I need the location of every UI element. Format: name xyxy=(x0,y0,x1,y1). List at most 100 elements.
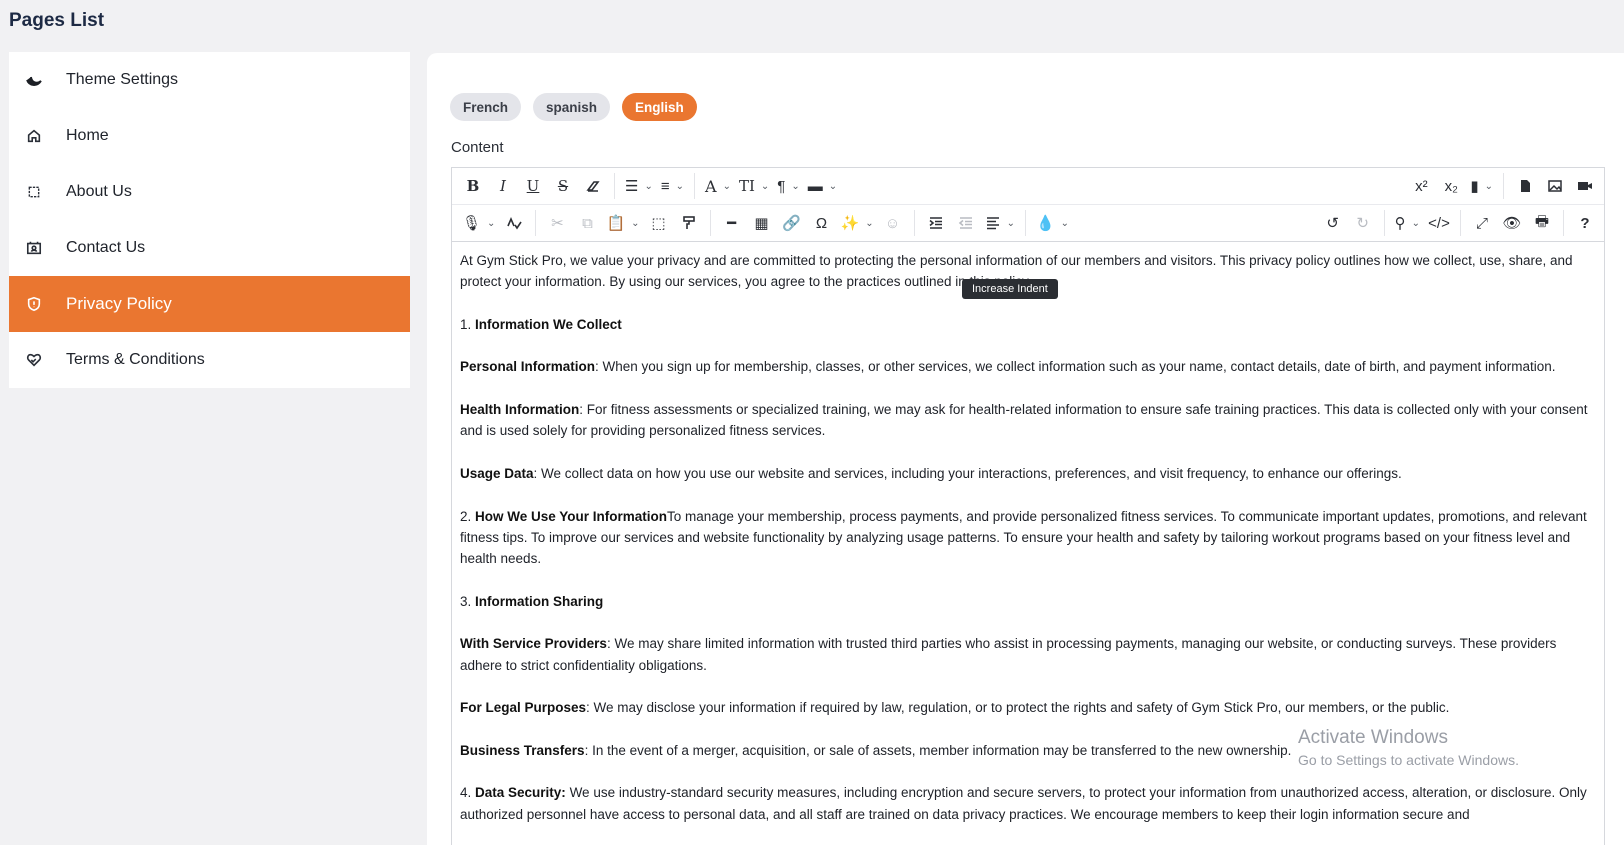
spellcheck-icon[interactable] xyxy=(499,209,529,237)
language-tabs: French spanish English xyxy=(450,93,697,121)
sidebar-item-label: Terms & Conditions xyxy=(66,351,205,368)
section-title: Information Sharing xyxy=(475,593,604,609)
toolbar-divider xyxy=(1460,210,1461,236)
italic-icon[interactable]: I xyxy=(488,172,518,200)
undo-icon[interactable]: ↺ xyxy=(1318,209,1348,237)
term-label: Business Transfers xyxy=(460,742,585,758)
term-label: Personal Information xyxy=(460,359,596,375)
toolbar-divider xyxy=(913,210,915,236)
paragraph-text: : We collect data on how you use our web… xyxy=(533,465,1402,481)
windows-activation-watermark: Activate Windows Go to Settings to activ… xyxy=(1298,727,1519,768)
term-label: For Legal Purposes xyxy=(460,700,587,716)
cut-icon[interactable]: ✂ xyxy=(542,209,572,237)
horizontal-rule-icon[interactable]: ━ xyxy=(717,209,747,237)
paragraph: Health Information: For fitness assessme… xyxy=(460,399,1596,442)
contact-card-icon xyxy=(25,239,43,257)
special-character-icon[interactable]: Ω xyxy=(807,209,837,237)
shield-icon xyxy=(25,295,43,313)
format-painter-icon[interactable] xyxy=(674,209,704,237)
bulleted-list-icon[interactable]: ☰ ⌄ xyxy=(621,172,657,200)
increase-indent-tooltip: Increase Indent xyxy=(962,279,1058,299)
redo-icon[interactable]: ↻ xyxy=(1348,209,1378,237)
editor-toolbar-row-1: B I U S ☰ ⌄ ≡ ⌄ A ⌄ TI ⌄ ¶ ⌄ ▬ ⌄ x² x₂ ▮ ⌄ xyxy=(452,168,1604,205)
numbered-list-icon[interactable]: ≡ ⌄ xyxy=(657,172,688,200)
paste-icon[interactable]: 📋 ⌄ xyxy=(602,209,643,237)
paragraph: 2. How We Use Your InformationTo manage … xyxy=(460,506,1596,570)
sidebar: Theme Settings Home About Us Contact Us … xyxy=(9,52,410,388)
tab-french[interactable]: French xyxy=(450,93,522,121)
sidebar-item-label: Contact Us xyxy=(66,239,146,256)
theme-swoosh-icon xyxy=(25,71,43,89)
paragraph: With Service Providers: We may share lim… xyxy=(460,633,1596,676)
find-icon[interactable]: ⚲ ⌄ xyxy=(1391,209,1424,237)
preview-eye-icon[interactable]: 👁 xyxy=(1497,209,1527,237)
paragraph-text: : We may share limited information with … xyxy=(460,636,1557,673)
content-label: Content xyxy=(451,139,504,156)
sidebar-item-about-us[interactable]: About Us xyxy=(9,164,410,220)
page-title: Pages List xyxy=(9,10,105,31)
brush-icon[interactable]: 💧 ⌄ xyxy=(1032,209,1073,237)
align-icon[interactable]: ⌄ xyxy=(981,209,1019,237)
tab-english[interactable]: English xyxy=(622,93,697,121)
subscript-icon[interactable]: x₂ xyxy=(1436,172,1466,200)
sidebar-item-privacy-policy[interactable]: Privacy Policy xyxy=(9,276,410,332)
toolbar-divider xyxy=(1024,210,1026,236)
bold-icon[interactable]: B xyxy=(458,172,488,200)
classes-icon[interactable]: ▬ ⌄ xyxy=(804,172,841,200)
watermark-subtitle: Go to Settings to activate Windows. xyxy=(1298,752,1519,768)
toolbar-divider xyxy=(709,210,711,236)
section-heading: 3. Information Sharing xyxy=(460,591,1596,612)
link-icon[interactable]: 🔗 xyxy=(777,209,807,237)
toolbar-divider xyxy=(694,173,695,199)
table-icon[interactable]: ▦ xyxy=(747,209,777,237)
paragraph-text: : We may disclose your information if re… xyxy=(586,700,1450,716)
ai-magic-icon[interactable]: ✨ ⌄ xyxy=(837,209,878,237)
sidebar-item-contact-us[interactable]: Contact Us xyxy=(9,220,410,276)
file-icon[interactable] xyxy=(1510,172,1540,200)
ai-assistant-icon[interactable]: ☺ xyxy=(878,209,908,237)
copy-icon[interactable]: ⧉ xyxy=(572,209,602,237)
microphone-icon[interactable]: 🎙 ⌄ xyxy=(458,209,499,237)
paragraph: Usage Data: We collect data on how you u… xyxy=(460,463,1596,484)
decrease-indent-icon[interactable] xyxy=(951,209,981,237)
select-all-icon[interactable]: ⬚ xyxy=(644,209,674,237)
sidebar-item-home[interactable]: Home xyxy=(9,108,410,164)
source-code-icon[interactable]: </> xyxy=(1424,209,1454,237)
image-icon[interactable] xyxy=(1540,172,1570,200)
underline-icon[interactable]: U xyxy=(518,172,548,200)
section-title: Information We Collect xyxy=(475,316,622,332)
eraser-icon[interactable] xyxy=(578,172,608,200)
sidebar-item-theme-settings[interactable]: Theme Settings xyxy=(9,52,410,108)
section-heading: 1. Information We Collect xyxy=(460,314,1596,335)
tab-spanish[interactable]: spanish xyxy=(533,93,611,121)
sidebar-item-label: Theme Settings xyxy=(66,71,179,88)
term-label: Usage Data xyxy=(460,465,534,481)
fullsize-icon[interactable]: ⤢ xyxy=(1467,209,1497,237)
paragraph: 4. Data Security: We use industry-standa… xyxy=(460,782,1596,825)
toolbar-divider xyxy=(614,173,615,199)
sidebar-item-label: Home xyxy=(66,127,109,144)
toolbar-divider xyxy=(1503,173,1504,199)
font-color-icon[interactable]: A ⌄ xyxy=(701,172,735,200)
square-dashed-icon xyxy=(25,183,43,201)
sidebar-item-label: About Us xyxy=(66,183,132,200)
section-number: 2. xyxy=(460,508,476,524)
strikethrough-icon[interactable]: S xyxy=(548,172,578,200)
section-title: How We Use Your Information xyxy=(475,508,668,524)
help-icon[interactable]: ? xyxy=(1570,209,1600,237)
superscript-icon[interactable]: x² xyxy=(1406,172,1436,200)
paragraph: Personal Information: When you sign up f… xyxy=(460,356,1596,377)
paragraph-icon[interactable]: ¶ ⌄ xyxy=(773,172,803,200)
print-icon[interactable]: 🖶 xyxy=(1527,209,1557,237)
video-icon[interactable] xyxy=(1570,172,1600,200)
increase-indent-icon[interactable] xyxy=(921,209,951,237)
toolbar-divider xyxy=(1383,210,1385,236)
toolbar-divider xyxy=(1563,210,1564,236)
bookmark-icon[interactable]: ▮ ⌄ xyxy=(1466,172,1497,200)
section-number: 1. xyxy=(460,316,476,332)
sidebar-item-terms-conditions[interactable]: Terms & Conditions xyxy=(9,332,410,388)
editor-toolbar-row-2: 🎙 ⌄ ✂ ⧉ 📋 ⌄ ⬚ ━ ▦ 🔗 Ω ✨ ⌄ ☺ ⌄ 💧 ⌄ ↺ ↻ ⚲ … xyxy=(452,205,1604,299)
toolbar-divider xyxy=(535,210,537,236)
font-size-icon[interactable]: TI ⌄ xyxy=(735,172,773,200)
paragraph-text: : For fitness assessments or specialized… xyxy=(460,402,1588,439)
